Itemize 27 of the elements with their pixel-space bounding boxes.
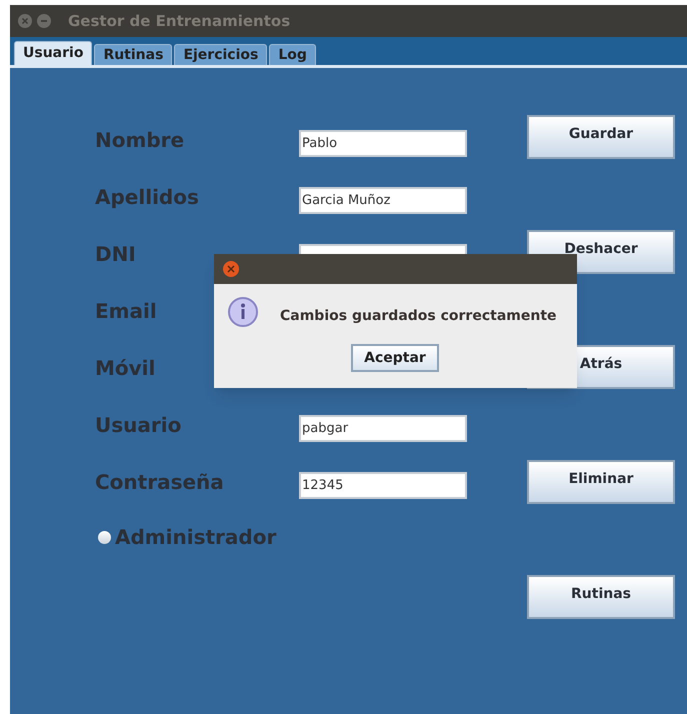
- input-field[interactable]: Pablo: [299, 130, 467, 157]
- close-icon[interactable]: [222, 260, 240, 278]
- radio-button[interactable]: [98, 530, 111, 544]
- input-field[interactable]: Garcia Muñoz: [299, 187, 467, 214]
- action-button[interactable]: Eliminar: [527, 460, 675, 504]
- action-button[interactable]: Rutinas: [527, 575, 675, 619]
- field-label: Móvil: [95, 355, 156, 382]
- field-label: Nombre: [95, 127, 184, 154]
- action-button[interactable]: Guardar: [527, 115, 675, 159]
- field-label: Email: [95, 298, 157, 325]
- tab[interactable]: Log: [269, 44, 316, 65]
- input-field[interactable]: 12345: [299, 472, 467, 499]
- tab[interactable]: Ejercicios: [174, 44, 268, 65]
- field-label: Usuario: [95, 412, 182, 439]
- field-label: Apellidos: [95, 184, 199, 211]
- accept-button[interactable]: Aceptar: [351, 344, 439, 372]
- field-label: Contraseña: [95, 469, 224, 496]
- info-icon: [227, 296, 259, 328]
- dialog-message: Cambios guardados correctamente: [280, 307, 557, 326]
- tab[interactable]: Usuario: [14, 41, 92, 65]
- minimize-icon[interactable]: [37, 14, 51, 28]
- close-icon[interactable]: [18, 14, 32, 28]
- input-field[interactable]: pabgar: [299, 415, 467, 442]
- tab[interactable]: Rutinas: [94, 44, 172, 65]
- window-title: Gestor de Entrenamientos: [68, 10, 290, 32]
- field-label: DNI: [95, 241, 136, 268]
- radio-label: Administrador: [115, 524, 276, 551]
